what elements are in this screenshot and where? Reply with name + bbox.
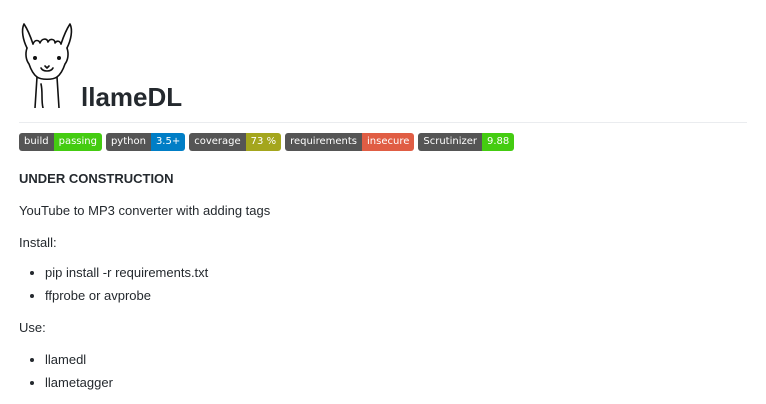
use-list: llamedl llametagger: [19, 351, 113, 397]
list-item: llametagger: [45, 374, 113, 392]
badge-label: build: [19, 133, 54, 151]
list-item: ffprobe or avprobe: [45, 287, 208, 305]
badge-value: 3.5+: [150, 133, 186, 151]
badge-label: Scrutinizer: [418, 133, 482, 151]
llama-logo-icon: [21, 23, 73, 108]
use-heading: Use:: [19, 320, 46, 335]
requirements-badge[interactable]: requirements insecure: [285, 133, 415, 151]
coverage-badge[interactable]: coverage 73 %: [189, 133, 282, 151]
scrutinizer-badge[interactable]: Scrutinizer 9.88: [418, 133, 515, 151]
build-badge[interactable]: build passing: [19, 133, 102, 151]
badge-value: passing: [53, 133, 102, 151]
badge-value: 9.88: [481, 133, 515, 151]
description-text: YouTube to MP3 converter with adding tag…: [19, 203, 271, 218]
badge-label: coverage: [189, 133, 246, 151]
badge-value: 73 %: [245, 133, 282, 151]
install-heading: Install:: [19, 235, 57, 250]
notice-text: UNDER CONSTRUCTION: [19, 171, 174, 186]
list-item: llamedl: [45, 351, 113, 369]
list-item: pip install -r requirements.txt: [45, 264, 208, 282]
readme-header: llameDL: [19, 0, 747, 123]
badge-label: requirements: [285, 133, 362, 151]
badge-value: insecure: [362, 133, 415, 151]
badge-label: python: [105, 133, 151, 151]
install-list: pip install -r requirements.txt ffprobe …: [19, 264, 208, 310]
badge-row: build passing python 3.5+ coverage 73 % …: [19, 133, 515, 151]
readme: llameDL build passing python 3.5+ covera…: [19, 0, 747, 390]
python-badge[interactable]: python 3.5+: [105, 133, 186, 151]
page-title: llameDL: [81, 82, 183, 112]
